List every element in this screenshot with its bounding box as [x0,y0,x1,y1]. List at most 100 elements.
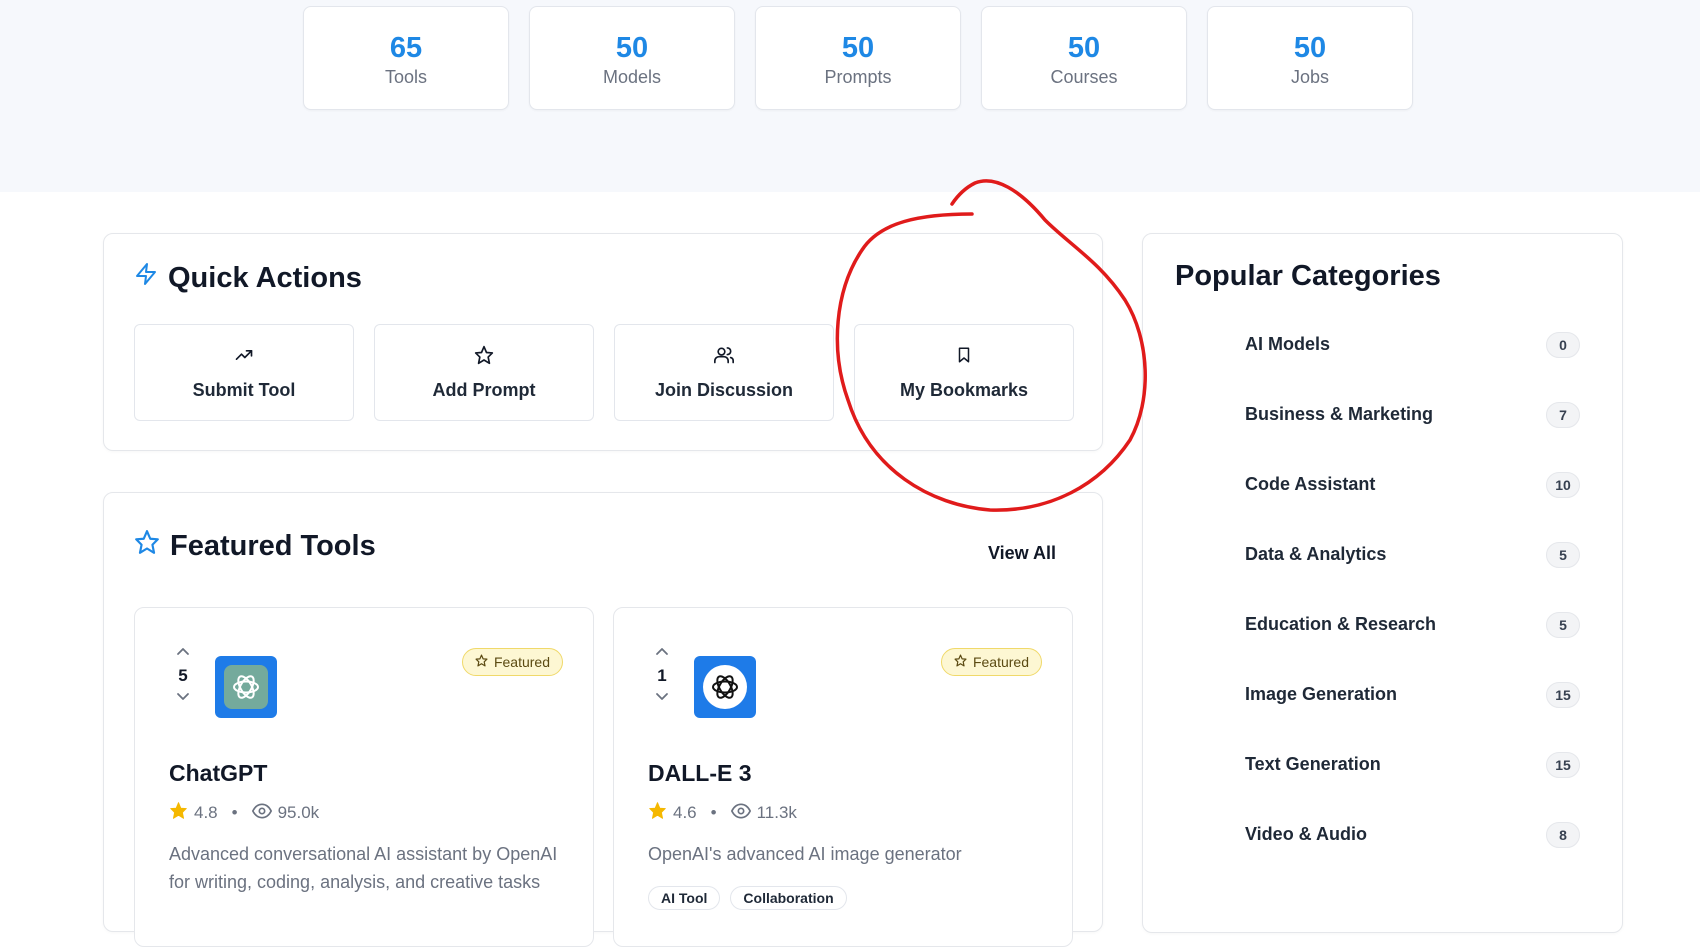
category-name[interactable]: Text Generation [1245,754,1381,775]
stat-label: Jobs [1290,67,1330,87]
openai-logo-icon [224,665,268,709]
submit-tool-button[interactable]: Submit Tool [134,324,354,421]
tag-collaboration[interactable]: Collaboration [730,886,847,910]
category-name[interactable]: AI Models [1245,334,1330,355]
join-discussion-label: Join Discussion [654,379,794,400]
tool-card-chatgpt[interactable]: 5 Featured ChatGPT 4.8 • 95.0k Advanced … [134,607,594,947]
featured-tools-panel: Featured Tools View All 5 Featured ChatG… [103,492,1103,947]
quick-actions-panel: Quick Actions Submit Tool Add Prompt Joi… [103,233,1103,451]
stat-label: Courses [1050,67,1118,87]
tool-views: 95.0k [277,803,320,822]
category-name[interactable]: Data & Analytics [1245,544,1386,565]
featured-label: Featured [972,654,1029,670]
join-discussion-button[interactable]: Join Discussion [614,324,834,421]
star-filled-icon [169,801,188,825]
tool-meta: 4.6 • 11.3k [648,801,797,825]
category-item-code-assistant[interactable]: Code Assistant 10 [1143,464,1624,534]
category-name[interactable]: Code Assistant [1245,474,1375,495]
category-count-badge: 10 [1546,472,1580,498]
category-name[interactable]: Education & Research [1245,614,1436,635]
eye-icon [730,802,751,824]
featured-tools-heading: Featured Tools [134,529,376,563]
star-filled-icon [648,801,667,825]
stat-value: 50 [841,32,875,64]
stat-label: Models [602,67,662,87]
category-item-ai-models[interactable]: AI Models 0 [1143,324,1624,394]
tool-description: Advanced conversational AI assistant by … [169,844,558,892]
stat-card-models[interactable]: 50 Models [529,6,735,110]
meta-separator: • [710,803,717,822]
vote-count: 1 [657,666,667,685]
category-count-badge: 0 [1546,332,1580,358]
category-name[interactable]: Video & Audio [1245,824,1367,845]
tool-description: OpenAI's advanced AI image generator [648,844,962,864]
featured-badge: Featured [461,648,563,676]
bookmark-icon [955,345,973,370]
stat-card-prompts[interactable]: 50 Prompts [755,6,961,110]
upvote-icon[interactable] [654,644,670,662]
category-item-business-marketing[interactable]: Business & Marketing 7 [1143,394,1624,464]
tool-logo [215,656,277,718]
meta-separator: • [231,803,238,822]
tool-meta: 4.8 • 95.0k [169,801,319,825]
upvote-icon[interactable] [175,644,191,662]
eye-icon [251,802,272,824]
popular-categories-title: Popular Categories [1175,260,1441,292]
star-outline-icon [134,529,160,563]
category-item-text-generation[interactable]: Text Generation 15 [1143,744,1624,814]
add-prompt-label: Add Prompt [432,379,536,400]
stat-value: 50 [615,32,649,64]
featured-badge: Featured [940,648,1042,676]
category-count-badge: 15 [1546,682,1580,708]
category-count-badge: 5 [1546,612,1580,638]
stat-label: Tools [384,67,428,87]
submit-tool-label: Submit Tool [192,379,296,400]
category-count-badge: 8 [1546,822,1580,848]
trending-up-icon [234,345,254,370]
category-count-badge: 5 [1546,542,1580,568]
tool-name[interactable]: DALL-E 3 [648,760,752,787]
tool-rating: 4.6 [673,803,697,822]
tool-views: 11.3k [756,803,797,822]
stats-row: 65 Tools 50 Models 50 Prompts 50 Courses… [303,6,1413,110]
vote-control: 5 [171,644,195,708]
star-icon [954,654,967,670]
stat-card-tools[interactable]: 65 Tools [303,6,509,110]
category-item-video-audio[interactable]: Video & Audio 8 [1143,814,1624,884]
category-name[interactable]: Image Generation [1245,684,1397,705]
category-item-data-analytics[interactable]: Data & Analytics 5 [1143,534,1624,604]
my-bookmarks-label: My Bookmarks [899,379,1029,400]
my-bookmarks-button[interactable]: My Bookmarks [854,324,1074,421]
category-item-image-generation[interactable]: Image Generation 15 [1143,674,1624,744]
category-list: AI Models 0 Business & Marketing 7 Code … [1143,324,1624,884]
stat-label: Prompts [824,67,892,87]
category-item-education-research[interactable]: Education & Research 5 [1143,604,1624,674]
tool-name[interactable]: ChatGPT [169,760,267,787]
category-count-badge: 7 [1546,402,1580,428]
users-icon [713,345,735,370]
featured-tools-title: Featured Tools [170,529,376,562]
openai-logo-icon [703,665,747,709]
tool-card-dalle3[interactable]: 1 Featured DALL-E 3 4.6 • 11.3k OpenAI's… [613,607,1073,947]
stat-value: 65 [389,32,423,64]
featured-label: Featured [493,654,550,670]
category-count-badge: 15 [1546,752,1580,778]
tag-ai-tool[interactable]: AI Tool [648,886,721,910]
view-all-link[interactable]: View All [988,543,1056,564]
add-prompt-button[interactable]: Add Prompt [374,324,594,421]
star-icon [474,345,494,370]
category-name[interactable]: Business & Marketing [1245,404,1433,425]
stat-value: 50 [1293,32,1327,64]
quick-actions-heading: Quick Actions [134,260,362,296]
popular-categories-panel: Popular Categories AI Models 0 Business … [1142,233,1623,933]
tool-logo [694,656,756,718]
vote-count: 5 [178,666,188,685]
stat-value: 50 [1067,32,1101,64]
stat-card-jobs[interactable]: 50 Jobs [1207,6,1413,110]
vote-control: 1 [650,644,674,708]
tool-tags: AI Tool Collaboration [648,886,847,910]
stat-card-courses[interactable]: 50 Courses [981,6,1187,110]
downvote-icon[interactable] [175,690,191,708]
downvote-icon[interactable] [654,690,670,708]
star-icon [475,654,488,670]
